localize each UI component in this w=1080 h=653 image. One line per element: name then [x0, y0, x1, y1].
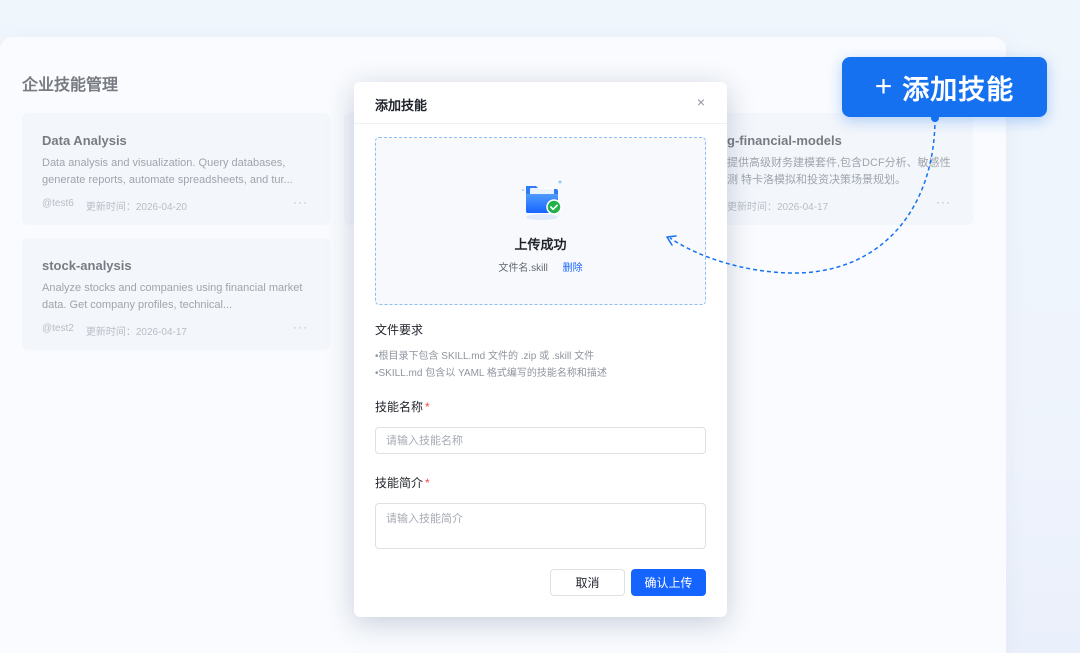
skill-name-label: 技能名称 *: [375, 398, 430, 415]
requirements-title: 文件要求: [375, 323, 424, 337]
plus-icon: +: [874, 70, 893, 103]
add-skill-button[interactable]: + 添加技能: [842, 57, 1047, 117]
cancel-button[interactable]: 取消: [550, 569, 625, 596]
skill-name-label-text: 技能名称: [375, 400, 424, 414]
uploaded-file-row: 文件名.skill 删除: [376, 259, 705, 274]
skill-name-input[interactable]: [375, 427, 706, 454]
uploaded-filename: 文件名.skill: [498, 263, 548, 274]
upload-status: 上传成功: [514, 237, 567, 252]
folder-success-icon: [522, 180, 562, 220]
delete-file-link[interactable]: 删除: [563, 263, 583, 274]
add-skill-label: 添加技能: [902, 74, 1015, 105]
required-mark: *: [425, 400, 430, 414]
dialog-header: 添加技能 ×: [354, 82, 727, 124]
required-mark: *: [425, 476, 430, 490]
skill-desc-input[interactable]: [375, 503, 706, 549]
skill-desc-label-text: 技能简介: [375, 476, 424, 490]
skill-desc-label: 技能简介 *: [375, 474, 430, 491]
confirm-upload-button[interactable]: 确认上传: [631, 569, 706, 596]
dialog-title: 添加技能: [375, 98, 428, 113]
requirement-line: •根目录下包含 SKILL.md 文件的 .zip 或 .skill 文件: [375, 351, 595, 362]
requirement-line: •SKILL.md 包含以 YAML 格式编写的技能名称和描述: [375, 368, 607, 379]
upload-dropzone[interactable]: 上传成功 文件名.skill 删除: [375, 137, 706, 305]
add-skill-dialog: 添加技能 × 上传成功 文件名.skill 删除 文件要求 •根目录下包含 SK…: [354, 82, 727, 617]
close-icon[interactable]: ×: [697, 94, 705, 110]
